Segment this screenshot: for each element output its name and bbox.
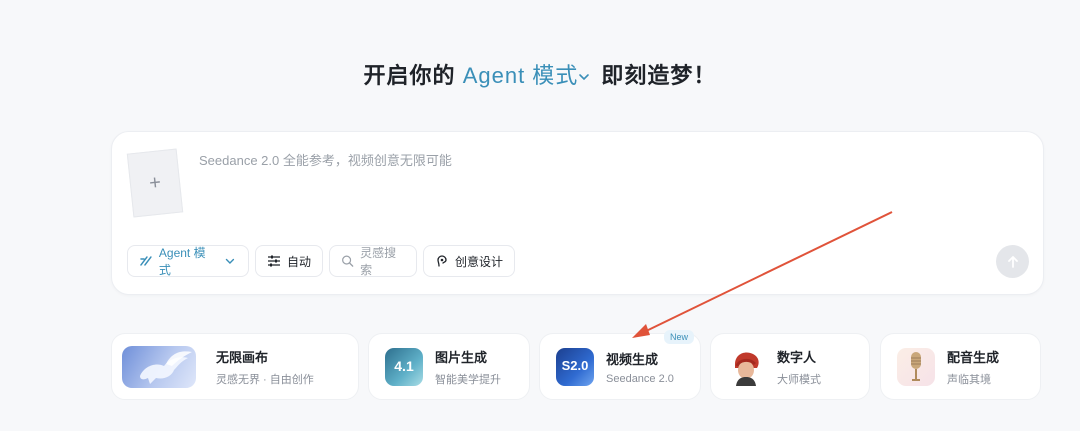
page-headline: 开启你的 Agent 模式 即刻造梦！ [0, 58, 1080, 90]
agent-mode-button[interactable]: Agent 模式 [127, 245, 249, 277]
card-video-generation[interactable]: New S2.0 视频生成 Seedance 2.0 [539, 330, 701, 400]
inspiration-search-label: 灵感搜索 [360, 246, 397, 277]
inspiration-search-button[interactable]: 灵感搜索 [329, 245, 418, 277]
pegasus-image [140, 350, 192, 384]
card-subtitle: 灵感无界 · 自由创作 [216, 373, 314, 386]
search-icon [342, 255, 354, 267]
send-button[interactable] [996, 245, 1029, 278]
digital-human-thumbnail [727, 348, 765, 386]
auto-button-label: 自动 [287, 254, 312, 269]
auto-button[interactable]: 自动 [255, 245, 324, 277]
composer-toolbar: Agent 模式 自动 灵感搜索 创意设计 [127, 245, 516, 277]
video-gen-thumb-text: S2.0 [561, 357, 589, 373]
sliders-icon [268, 255, 280, 267]
card-infinite-canvas[interactable]: 无限画布 灵感无界 · 自由创作 [111, 333, 359, 400]
agent-mode-label: Agent 模式 [462, 63, 579, 88]
agent-mode-selector[interactable]: Agent 模式 [463, 63, 595, 88]
new-badge: New [663, 330, 694, 344]
digital-human-image [735, 351, 759, 386]
card-title: 无限画布 [216, 349, 269, 365]
prompt-composer: + Agent 模式 自动 灵感搜索 创意设计 [111, 131, 1044, 295]
image-gen-thumbnail: 4.1 [385, 347, 423, 386]
card-digital-human[interactable]: 数字人 大师模式 [710, 333, 870, 400]
chevron-down-icon [579, 74, 590, 81]
creative-design-label: 创意设计 [455, 254, 504, 269]
upload-reference-button[interactable]: + [126, 148, 184, 218]
pegasus-thumbnail [122, 345, 196, 388]
arrow-up-icon [1007, 255, 1018, 268]
card-title: 视频生成 [606, 351, 659, 367]
agent-mode-button-label: Agent 模式 [158, 246, 206, 277]
card-title: 配音生成 [947, 349, 1000, 365]
microphone-thumbnail [897, 347, 935, 386]
image-gen-thumb-text: 4.1 [394, 357, 414, 374]
agent-icon [140, 256, 152, 266]
card-subtitle: 智能美学提升 [435, 373, 501, 386]
card-title: 图片生成 [435, 349, 488, 365]
creative-design-button[interactable]: 创意设计 [423, 245, 516, 277]
card-voiceover[interactable]: 配音生成 声临其境 [880, 333, 1041, 400]
card-title: 数字人 [777, 349, 817, 365]
video-gen-thumbnail: S2.0 [556, 347, 594, 386]
prompt-input[interactable] [197, 148, 1001, 212]
headline-prefix: 开启你的 [363, 63, 456, 88]
design-icon [437, 255, 447, 267]
card-subtitle: Seedance 2.0 [606, 372, 674, 385]
card-subtitle: 声临其境 [947, 373, 991, 386]
card-subtitle: 大师模式 [777, 373, 821, 386]
microphone-icon [911, 351, 921, 381]
chevron-down-icon [225, 258, 235, 264]
card-image-generation[interactable]: 4.1 图片生成 智能美学提升 [368, 333, 530, 400]
plus-icon: + [147, 170, 162, 195]
headline-suffix: 即刻造梦！ [601, 63, 717, 88]
